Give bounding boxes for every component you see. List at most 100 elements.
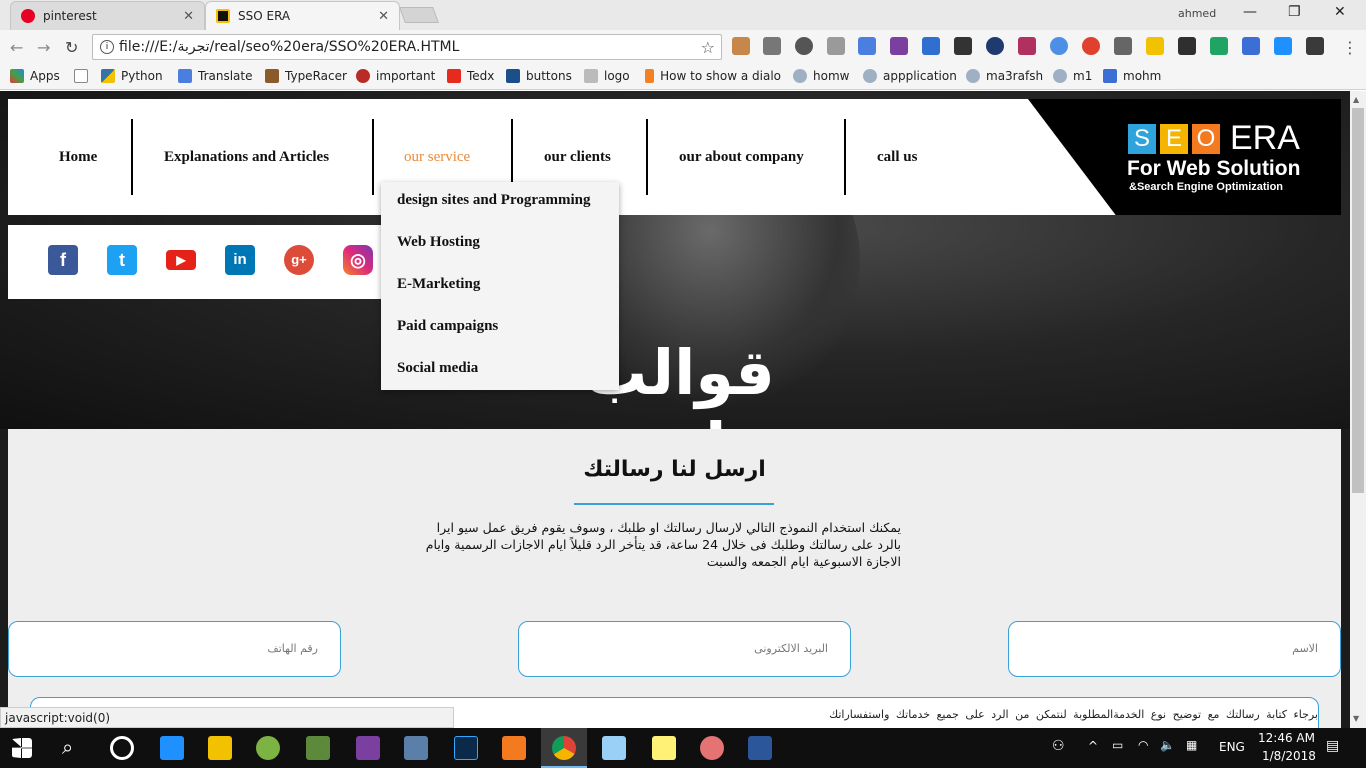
people-icon[interactable]: ⚇ <box>1052 738 1065 754</box>
search-icon[interactable]: ⌕ <box>62 735 73 759</box>
extension-color-icon[interactable] <box>1082 37 1100 55</box>
facebook-icon[interactable]: f <box>48 245 78 275</box>
youtube-icon[interactable]: ▶ <box>166 250 196 270</box>
extension-picture-icon[interactable] <box>1018 37 1036 55</box>
bookmark-python[interactable]: Python <box>101 69 163 83</box>
bookmark-star-icon[interactable]: ☆ <box>701 38 715 57</box>
name-field[interactable]: الاسم <box>1008 621 1341 677</box>
store-icon[interactable] <box>160 736 184 760</box>
remote-desktop-icon[interactable] <box>404 736 428 760</box>
paint-icon[interactable] <box>700 736 724 760</box>
clock-time[interactable]: 12:46 AM <box>1258 731 1315 745</box>
nav-call-us[interactable]: call us <box>877 149 917 166</box>
scroll-thumb[interactable] <box>1352 108 1364 493</box>
clock-date[interactable]: 1/8/2018 <box>1262 749 1316 763</box>
extension-m-icon[interactable] <box>1146 37 1164 55</box>
extension-new-icon[interactable] <box>922 37 940 55</box>
android-studio-icon[interactable] <box>256 736 280 760</box>
tray-chevron-icon[interactable]: ^ <box>1088 739 1098 753</box>
nav-explanations[interactable]: Explanations and Articles <box>164 149 329 166</box>
bookmark-typeracer[interactable]: TypeRacer <box>265 69 347 83</box>
bookmark-translate[interactable]: Translate <box>178 69 253 83</box>
extension-bulb-icon[interactable] <box>795 37 813 55</box>
minimize-icon[interactable]: — <box>1243 4 1257 20</box>
phone-field[interactable]: رقم الهاتف <box>8 621 341 677</box>
extension-eyedropper-icon[interactable] <box>1114 37 1132 55</box>
extension-speed-icon[interactable] <box>986 37 1004 55</box>
extension-camera-icon[interactable] <box>763 37 781 55</box>
twitter-icon[interactable]: t <box>107 245 137 275</box>
bookmark-homw[interactable]: homw <box>793 69 849 83</box>
reload-icon[interactable]: ↻ <box>65 38 78 57</box>
scroll-up-icon[interactable]: ▲ <box>1353 95 1359 104</box>
tab-pinterest[interactable]: pinterest ✕ <box>10 1 205 30</box>
nav-about-company[interactable]: our about company <box>679 149 804 166</box>
file-explorer-icon[interactable] <box>208 736 232 760</box>
wifi-icon[interactable]: ◠ <box>1138 738 1148 752</box>
extension-key-icon[interactable] <box>732 37 750 55</box>
bookmark-important[interactable]: important <box>356 69 435 83</box>
language-indicator[interactable]: ENG <box>1219 740 1245 754</box>
bookmark-dialog[interactable]: How to show a dialo <box>645 69 781 83</box>
profile-name[interactable]: ahmed <box>1178 7 1216 20</box>
photoshop-icon[interactable] <box>454 736 478 760</box>
scroll-down-icon[interactable]: ▼ <box>1353 714 1359 723</box>
googleplus-icon[interactable]: g+ <box>284 245 314 275</box>
extension-film-icon[interactable] <box>954 37 972 55</box>
nav-home[interactable]: Home <box>59 149 97 166</box>
bookmark-application[interactable]: appplication <box>863 69 957 83</box>
restore-icon[interactable]: ❐ <box>1288 4 1301 20</box>
windows-start-icon[interactable] <box>12 738 32 758</box>
bookmark-tedx[interactable]: Tedx <box>447 69 494 83</box>
linkedin-icon[interactable]: in <box>225 245 255 275</box>
page-scrollbar[interactable]: ▲ ▼ <box>1350 91 1366 728</box>
bookmark-apps[interactable]: Apps <box>10 69 60 83</box>
nav-our-service[interactable]: our service <box>404 149 470 166</box>
bookmark-buttons[interactable]: buttons <box>506 69 572 83</box>
volume-icon[interactable]: 🔈 <box>1160 738 1175 752</box>
site-logo[interactable]: S E O ERA <box>1128 119 1300 158</box>
email-field[interactable]: البريد الالكترونى <box>518 621 851 677</box>
extension-drive-icon[interactable] <box>1210 37 1228 55</box>
new-tab-button[interactable] <box>399 7 439 23</box>
chart-app-icon[interactable] <box>306 736 330 760</box>
bookmark-logo[interactable]: logo <box>584 69 630 83</box>
nav-our-clients[interactable]: our clients <box>544 149 611 166</box>
onenote-icon[interactable] <box>356 736 380 760</box>
extension-window-icon[interactable] <box>1242 37 1260 55</box>
info-icon[interactable]: i <box>100 40 114 54</box>
dropdown-item-paid-campaigns[interactable]: Paid campaigns <box>397 318 498 335</box>
forward-icon[interactable]: → <box>37 38 50 57</box>
bookmark-ma3rafsh[interactable]: ma3rafsh <box>966 69 1043 83</box>
cortana-icon[interactable] <box>110 736 134 760</box>
bookmark-page[interactable] <box>74 69 94 83</box>
xampp-icon[interactable] <box>502 736 526 760</box>
extension-evernote-icon[interactable] <box>1178 37 1196 55</box>
dropdown-item-hosting[interactable]: Web Hosting <box>397 234 480 251</box>
close-tab-icon[interactable]: ✕ <box>183 9 194 24</box>
battery-icon[interactable]: ▭ <box>1112 738 1123 752</box>
notes-app-icon[interactable] <box>602 736 626 760</box>
extension-shield-icon[interactable] <box>1306 37 1324 55</box>
extension-translate-icon[interactable] <box>858 37 876 55</box>
close-tab-icon[interactable]: ✕ <box>378 9 389 24</box>
instagram-icon[interactable]: ◎ <box>343 245 373 275</box>
dropdown-item-design[interactable]: design sites and Programming <box>397 192 590 209</box>
back-icon[interactable]: ← <box>10 38 23 57</box>
bookmark-m1[interactable]: m1 <box>1053 69 1092 83</box>
close-window-icon[interactable]: ✕ <box>1334 4 1346 20</box>
address-bar[interactable]: i file:///E:/تجربة/real/seo%20era/SSO%20… <box>92 34 722 60</box>
tab-sso-era[interactable]: SSO ERA ✕ <box>205 1 400 30</box>
chrome-menu-icon[interactable]: ⋮ <box>1342 38 1358 57</box>
extension-dropbox-icon[interactable] <box>827 37 845 55</box>
extension-download-icon[interactable] <box>1050 37 1068 55</box>
sticky-notes-icon[interactable] <box>652 736 676 760</box>
word-icon[interactable] <box>748 736 772 760</box>
extension-s-icon[interactable] <box>1274 37 1292 55</box>
dropdown-item-social-media[interactable]: Social media <box>397 360 478 377</box>
chrome-icon[interactable] <box>552 736 576 760</box>
keyboard-icon[interactable]: ▦ <box>1186 738 1197 752</box>
notifications-icon[interactable]: ▤ <box>1326 738 1339 754</box>
dropdown-item-emarketing[interactable]: E-Marketing <box>397 276 480 293</box>
extension-onenote-icon[interactable] <box>890 37 908 55</box>
